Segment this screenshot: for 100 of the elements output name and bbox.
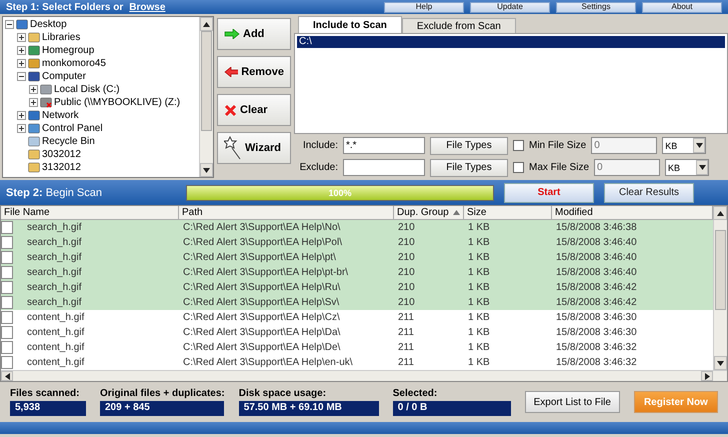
stat-label: Files scanned: (10, 388, 80, 399)
tree-item[interactable]: 3032012 (42, 149, 81, 160)
checkbox[interactable] (1, 311, 13, 324)
folder-list-item[interactable]: C:\ (297, 36, 725, 48)
checkbox[interactable] (1, 236, 13, 249)
tree-item[interactable]: Local Disk (C:) (54, 84, 120, 95)
column-header[interactable]: Size (464, 206, 552, 220)
checkbox[interactable] (1, 251, 13, 264)
wand-icon (224, 136, 242, 160)
step-title: Step 2: Begin Scan (6, 186, 104, 198)
expand-icon[interactable] (17, 111, 26, 120)
table-cell-text: 15/8/2008 3:46:38 (555, 222, 638, 233)
tree-item[interactable]: Computer (42, 71, 86, 82)
clear-button[interactable]: Clear (217, 94, 291, 126)
table-cell-text: 211 (397, 357, 415, 368)
checkbox[interactable] (513, 162, 524, 174)
pattern-field[interactable] (343, 159, 425, 176)
filter-label: Exclude: (298, 162, 338, 174)
tree-item[interactable]: Control Panel (42, 123, 103, 134)
table-cell-text: search_h.gif (26, 282, 82, 293)
expand-icon[interactable] (17, 59, 26, 68)
table-cell-text: 211 (397, 327, 415, 338)
down-triangle-icon (698, 164, 706, 172)
table-cell-text: 211 (397, 342, 415, 353)
stat-value: 57.50 MB + 69.10 MB (238, 401, 379, 416)
tree-item[interactable]: Recycle Bin (42, 136, 95, 147)
table-cell-text: 1 KB (467, 282, 491, 293)
tree-item[interactable]: Libraries (42, 32, 80, 43)
tree-item[interactable]: 3132012 (42, 162, 81, 173)
table-cell-text: search_h.gif (26, 252, 82, 263)
file-types-button[interactable]: File Types (430, 158, 508, 177)
wizard-button[interactable]: Wizard (217, 132, 291, 164)
tree-item[interactable]: Desktop (30, 19, 67, 30)
file-types-button[interactable]: File Types (430, 136, 508, 155)
clear-results-button[interactable]: Clear Results (604, 182, 694, 202)
expand-icon[interactable] (29, 85, 38, 94)
column-header[interactable]: Dup. Group (394, 206, 464, 220)
toolbar-button[interactable]: Help (384, 2, 464, 12)
tree-item[interactable]: Homegroup (42, 45, 94, 56)
expand-icon[interactable] (17, 124, 26, 133)
unit-dropdown[interactable]: KB (665, 159, 710, 176)
toolbar-button[interactable]: Settings (556, 2, 636, 12)
checkbox[interactable] (1, 281, 13, 294)
expand-icon[interactable] (17, 33, 26, 42)
down-triangle-icon (203, 166, 210, 174)
export-button[interactable]: Export List to File (524, 391, 620, 413)
table-cell-text: search_h.gif (26, 237, 82, 248)
expand-icon[interactable] (17, 46, 26, 55)
right-triangle-icon (704, 372, 710, 380)
table-cell-text: 15/8/2008 3:46:30 (555, 312, 638, 323)
checkbox[interactable] (1, 266, 13, 279)
table-cell-text: 15/8/2008 3:46:40 (555, 267, 638, 278)
scrollbar[interactable] (199, 17, 213, 177)
browse-link[interactable]: Browse (129, 2, 166, 12)
column-header[interactable]: File Name (1, 206, 179, 220)
start-button[interactable]: Start (504, 182, 594, 202)
stat-label: Disk space usage: (238, 388, 328, 399)
checkbox[interactable] (1, 356, 13, 369)
filter-label: Include: (302, 140, 338, 152)
expand-icon[interactable] (29, 98, 38, 107)
stat-label: Selected: (392, 388, 438, 399)
add-button[interactable]: Add (217, 18, 291, 50)
up-triangle-icon (716, 210, 724, 216)
toolbar-button[interactable]: About (642, 2, 722, 12)
toolbar-button[interactable]: Update (470, 2, 550, 12)
step-title: Step 1: Select Folders or (6, 2, 124, 12)
stat-value: 0 / 0 B (392, 401, 511, 416)
down-triangle-icon (717, 360, 724, 366)
tree-item[interactable]: monkomoro45 (42, 58, 106, 69)
table-cell-text: C:\Red Alert 3\Support\EA Help\No\ (182, 222, 342, 233)
checkbox[interactable] (1, 296, 13, 309)
column-header[interactable]: Path (179, 206, 394, 220)
collapse-icon[interactable] (5, 20, 14, 29)
table-cell-text: 1 KB (467, 222, 491, 233)
table-cell-text: 15/8/2008 3:46:30 (555, 327, 638, 338)
tab[interactable]: Exclude from Scan (402, 18, 516, 33)
scrollbar[interactable] (1, 370, 727, 381)
unit-dropdown[interactable]: KB (662, 137, 706, 154)
collapse-icon[interactable] (17, 72, 26, 81)
table-cell-text: 210 (397, 282, 416, 293)
remove-button[interactable]: Remove (217, 56, 291, 88)
scrollbar[interactable] (713, 220, 727, 370)
table-cell-text: 15/8/2008 3:46:42 (555, 297, 638, 308)
checkbox[interactable] (1, 221, 13, 234)
table-cell-text: search_h.gif (26, 297, 82, 308)
table-cell-text: C:\Red Alert 3\Support\EA Help\Cz\ (182, 312, 341, 323)
tree-item[interactable]: Network (42, 110, 79, 121)
table-cell-text: C:\Red Alert 3\Support\EA Help\Da\ (182, 327, 342, 338)
pattern-field[interactable]: *.* (343, 137, 425, 154)
checkbox-label: Max File Size (529, 162, 590, 174)
checkbox[interactable] (513, 140, 524, 152)
checkbox[interactable] (1, 341, 13, 354)
column-header[interactable]: Modified (552, 206, 713, 220)
checkbox[interactable] (1, 326, 13, 339)
tree-item[interactable]: Public (\\MYBOOKLIVE) (Z:) (54, 97, 180, 108)
table-cell-text: 1 KB (467, 357, 491, 368)
table-cell-text: 1 KB (467, 327, 491, 338)
up-triangle-icon (203, 20, 210, 28)
tab[interactable]: Include to Scan (298, 16, 402, 33)
progress-reading: 100% (327, 188, 353, 198)
